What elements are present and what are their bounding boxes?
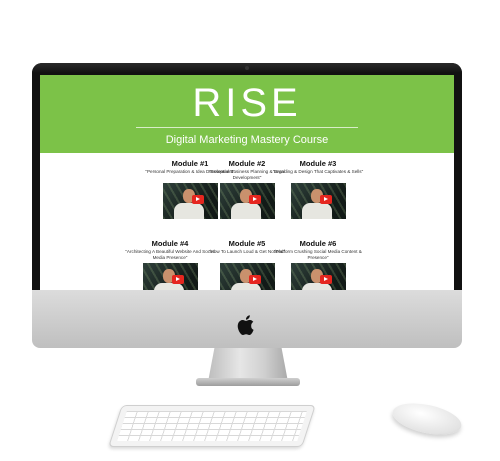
play-button-icon[interactable] (319, 195, 332, 204)
play-button-icon[interactable] (171, 275, 184, 284)
hero-banner: RISE Digital Marketing Mastery Course (40, 75, 454, 153)
play-button-icon[interactable] (248, 275, 261, 284)
mouse (389, 398, 465, 440)
module-video-thumbnail[interactable] (290, 263, 346, 291)
module-card-3[interactable]: Module #3 "Branding & Design That Captiv… (272, 159, 364, 219)
monitor-screen: RISE Digital Marketing Mastery Course Mo… (40, 75, 454, 291)
play-button-icon[interactable] (319, 275, 332, 284)
module-description: "Branding & Design That Captivates & Sel… (272, 169, 364, 174)
module-video-thumbnail[interactable] (219, 263, 275, 291)
camera-dot (245, 66, 249, 70)
rise-logo: RISE (192, 81, 302, 125)
course-subtitle: Digital Marketing Mastery Course (165, 134, 329, 146)
module-video-thumbnail[interactable] (290, 183, 346, 219)
apple-logo-icon (237, 315, 254, 336)
monitor-base (196, 378, 300, 386)
module-title: Module #6 (299, 239, 337, 248)
module-title: Module #3 (299, 159, 337, 168)
play-button-icon[interactable] (248, 195, 261, 204)
module-description: "Platform Crushing Social Media Content … (274, 249, 362, 260)
hero-divider (136, 127, 358, 128)
monitor-stand (208, 348, 288, 382)
module-video-thumbnail[interactable] (142, 263, 198, 291)
module-card-6[interactable]: Module #6 "Platform Crushing Social Medi… (272, 239, 364, 291)
keyboard (108, 405, 316, 447)
module-video-thumbnail[interactable] (219, 183, 275, 219)
